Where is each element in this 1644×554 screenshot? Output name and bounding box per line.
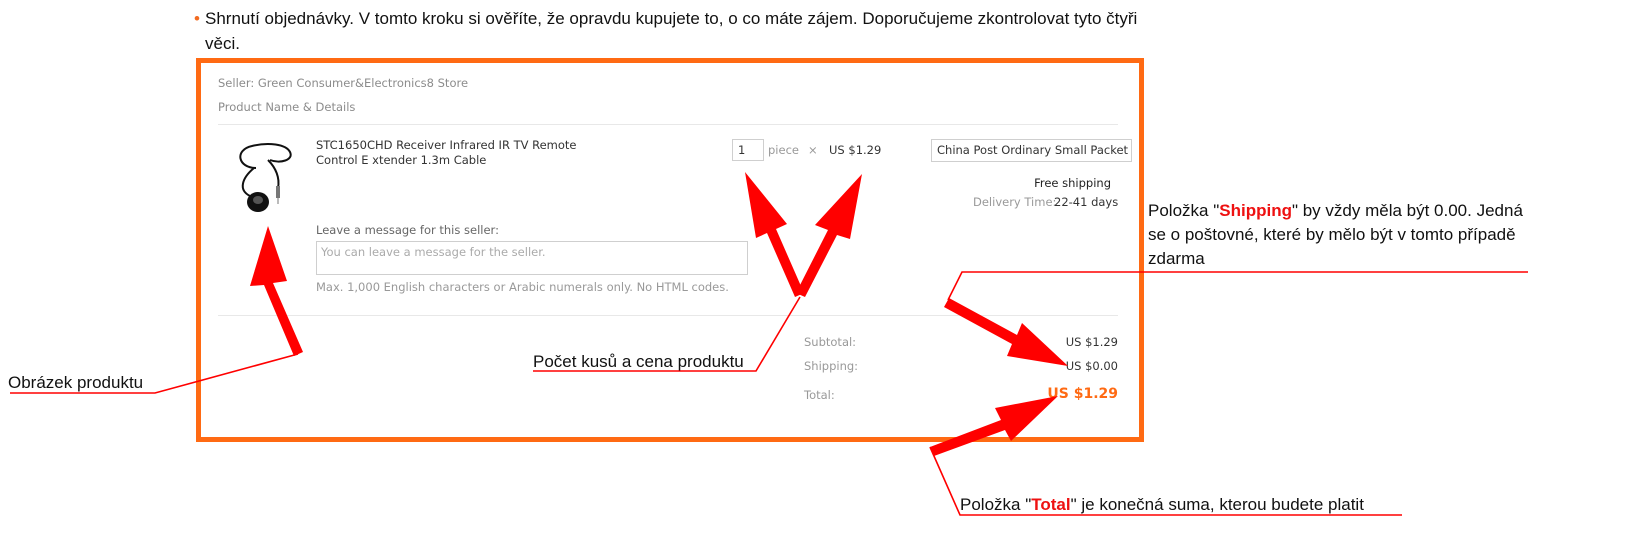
annotation-shipping-pre: Položka " <box>1148 201 1220 220</box>
annotation-arrows <box>10 172 1528 516</box>
annotation-total-post: " je konečná suma, kterou budete platit <box>1070 495 1364 514</box>
annotation-product-image: Obrázek produktu <box>8 373 144 392</box>
annotation-shipping-key: Shipping <box>1219 201 1292 220</box>
arrow-to-total <box>930 396 1058 456</box>
arrow-to-shipping <box>944 298 1068 366</box>
annotation-total-key: Total <box>1031 495 1071 514</box>
annotation-quantity-price: Počet kusů a cena produktu <box>533 352 744 371</box>
annotation-shipping: Položka "Shipping" by vždy měla být 0.00… <box>1148 199 1544 271</box>
annotation-total-pre: Položka " <box>960 495 1032 514</box>
leader-shipping <box>947 271 1528 301</box>
annotation-total: Položka "Total" je konečná suma, kterou … <box>960 493 1364 517</box>
arrow-to-image <box>250 226 303 356</box>
arrow-to-price <box>796 174 862 297</box>
arrow-to-quantity <box>745 172 804 297</box>
